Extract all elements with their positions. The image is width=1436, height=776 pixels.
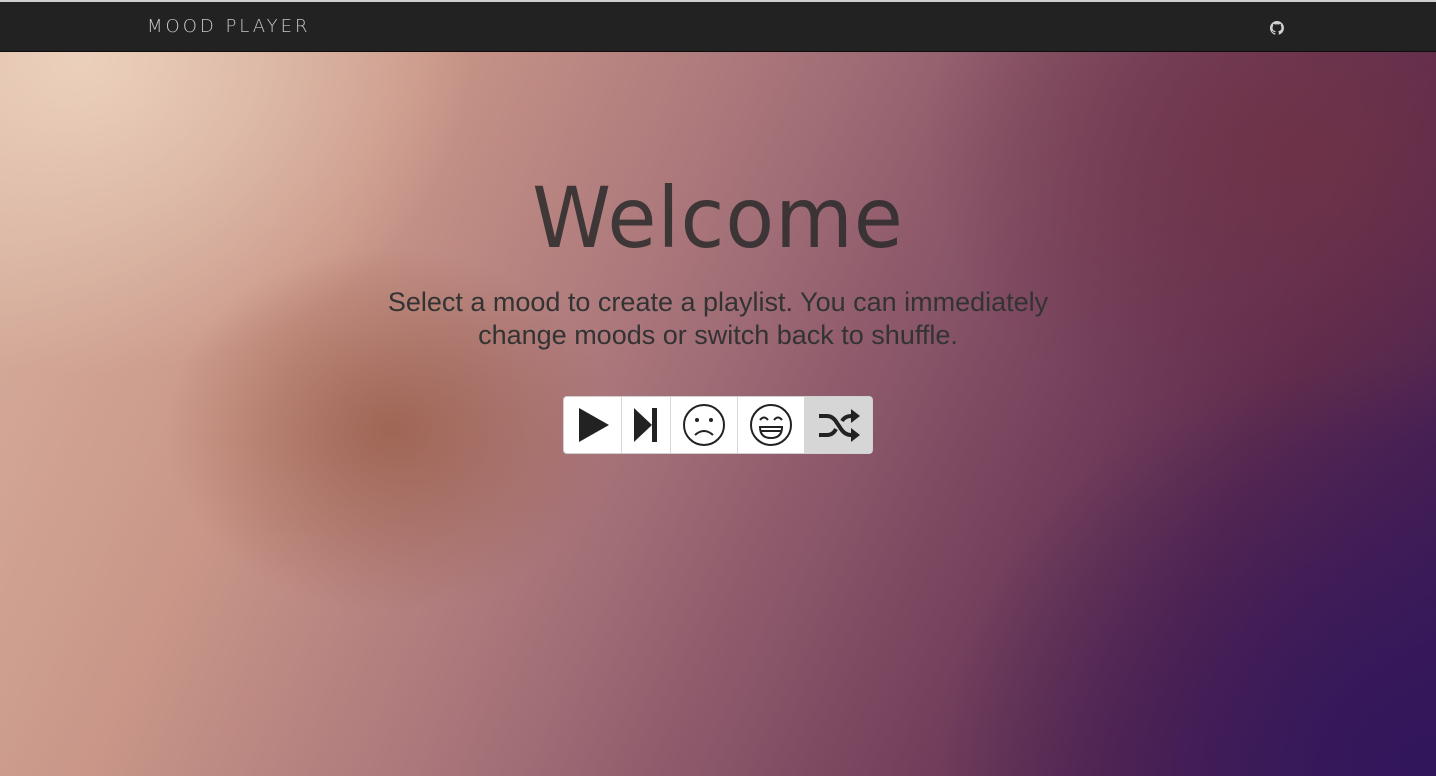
hero-section: Welcome Select a mood to create a playli… xyxy=(0,52,1436,352)
player-controls xyxy=(563,396,873,454)
happy-face-icon xyxy=(750,404,792,446)
play-icon xyxy=(578,408,609,442)
shuffle-icon xyxy=(818,409,860,442)
happy-mood-button[interactable] xyxy=(738,397,805,453)
skip-next-icon xyxy=(634,408,657,442)
shuffle-button[interactable] xyxy=(805,397,872,453)
sad-face-icon xyxy=(683,404,725,446)
github-icon[interactable] xyxy=(1270,21,1284,35)
brand-link[interactable]: MOOD PLAYER xyxy=(147,16,311,37)
page-subtitle: Select a mood to create a playlist. You … xyxy=(387,287,1049,350)
next-button[interactable] xyxy=(622,397,671,453)
play-button[interactable] xyxy=(564,397,622,453)
page-title: Welcome xyxy=(532,169,904,267)
sad-mood-button[interactable] xyxy=(671,397,738,453)
navbar: MOOD PLAYER xyxy=(0,0,1436,52)
page: MOOD PLAYER Welcome Select a mood to cre… xyxy=(0,0,1436,776)
